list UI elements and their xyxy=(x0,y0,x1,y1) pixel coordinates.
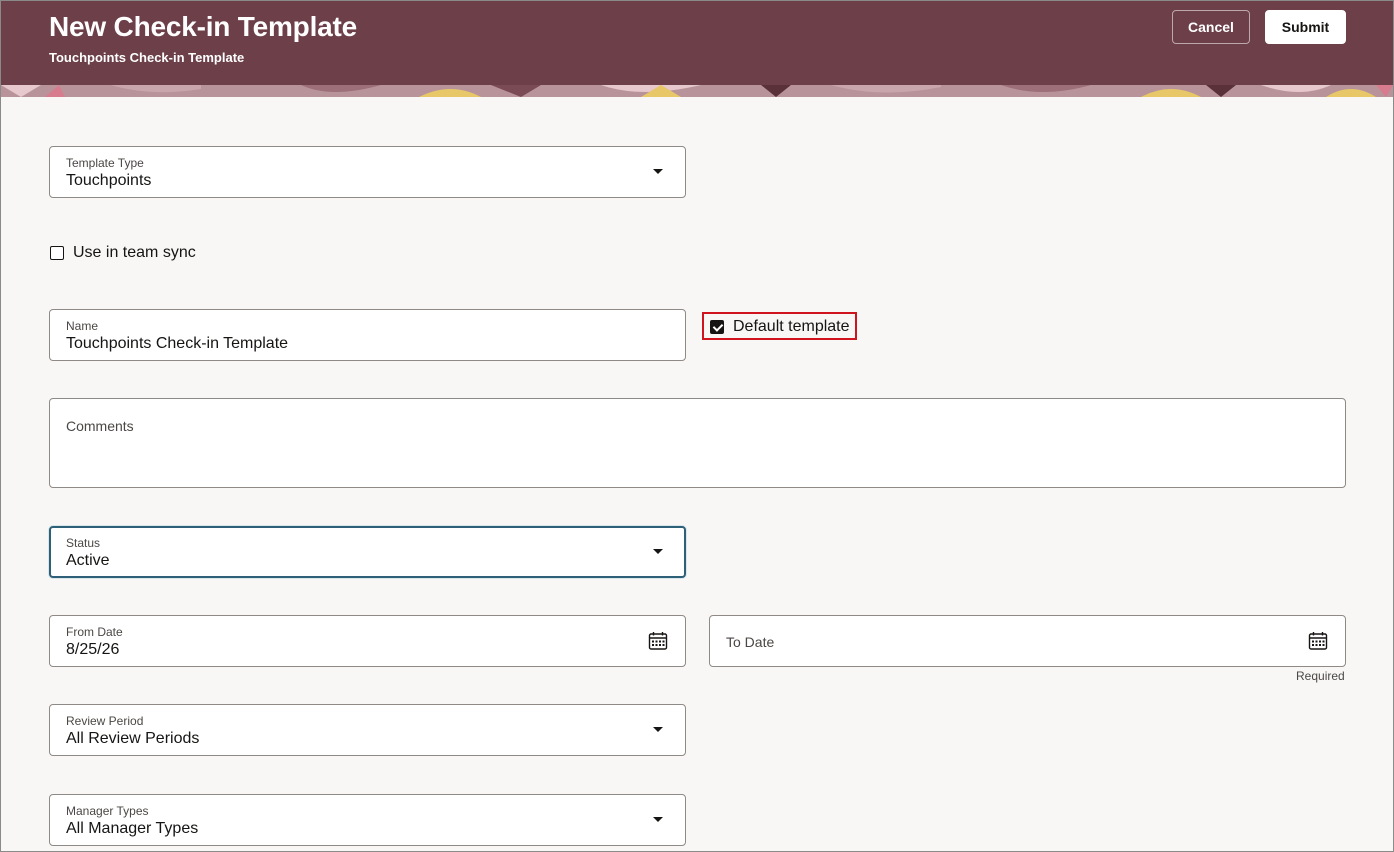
default-template-label: Default template xyxy=(733,318,850,335)
name-value: Touchpoints Check-in Template xyxy=(66,335,289,352)
comments-textarea[interactable]: Comments xyxy=(49,398,1346,488)
review-period-select[interactable]: Review Period All Review Periods xyxy=(49,704,686,756)
default-template-checkbox[interactable]: Default template xyxy=(710,318,850,336)
manager-types-select[interactable]: Manager Types All Manager Types xyxy=(49,794,686,846)
to-date-field[interactable]: To Date xyxy=(709,615,1346,667)
status-select[interactable]: Status Active xyxy=(49,526,686,578)
status-label: Status xyxy=(66,536,101,550)
review-period-label: Review Period xyxy=(66,714,144,728)
header-decorative-band xyxy=(1,85,1393,97)
status-value: Active xyxy=(66,552,110,569)
checkbox-icon[interactable] xyxy=(50,246,64,260)
use-in-team-sync-checkbox[interactable]: Use in team sync xyxy=(50,244,196,262)
calendar-icon[interactable] xyxy=(648,631,668,651)
template-type-select[interactable]: Template Type Touchpoints xyxy=(49,146,686,198)
chevron-down-icon xyxy=(653,817,663,822)
submit-button[interactable]: Submit xyxy=(1265,10,1346,44)
page-header: New Check-in Template Touchpoints Check-… xyxy=(1,1,1393,97)
review-period-value: All Review Periods xyxy=(66,730,200,747)
chevron-down-icon xyxy=(653,549,663,554)
template-type-label: Template Type xyxy=(66,156,144,170)
page-subtitle: Touchpoints Check-in Template xyxy=(49,50,245,65)
page-title: New Check-in Template xyxy=(49,11,358,42)
checkbox-checked-icon[interactable] xyxy=(710,320,724,334)
template-type-value: Touchpoints xyxy=(66,172,152,189)
comments-label: Comments xyxy=(66,418,134,434)
from-date-value: 8/25/26 xyxy=(66,641,120,658)
manager-types-value: All Manager Types xyxy=(66,820,199,837)
chevron-down-icon xyxy=(653,169,663,174)
to-date-label: To Date xyxy=(726,634,775,650)
use-in-team-sync-label: Use in team sync xyxy=(73,244,196,261)
chevron-down-icon xyxy=(653,727,663,732)
calendar-icon[interactable] xyxy=(1308,631,1328,651)
name-label: Name xyxy=(66,319,99,333)
from-date-label: From Date xyxy=(66,625,123,639)
cancel-button[interactable]: Cancel xyxy=(1172,10,1250,44)
to-date-required-helper: Required xyxy=(1296,669,1345,683)
name-field[interactable]: Name Touchpoints Check-in Template xyxy=(49,309,686,361)
manager-types-label: Manager Types xyxy=(66,804,149,818)
from-date-field[interactable]: From Date 8/25/26 xyxy=(49,615,686,667)
